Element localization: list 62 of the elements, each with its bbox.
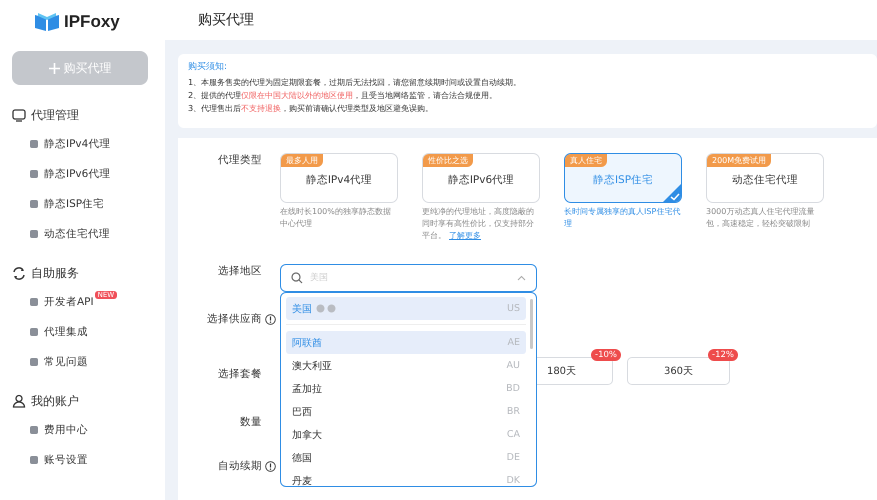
region-option[interactable]: 巴西 BR xyxy=(286,400,526,423)
sidebar-item[interactable]: 静态IPv6代理 xyxy=(12,159,110,189)
section-title: 代理管理 xyxy=(31,106,79,124)
field-label: 自动续期 xyxy=(217,459,262,473)
type-description: 在线时长100%的独享静态数据中心代理 xyxy=(280,206,392,230)
menu-item-icon xyxy=(30,358,38,366)
menu-item-icon xyxy=(30,328,38,336)
tag-label: 性价比之选 xyxy=(423,154,473,167)
caret-icon xyxy=(517,275,526,281)
info-icon xyxy=(265,460,276,472)
sidebar-item[interactable]: 常见问题 xyxy=(12,347,88,377)
sidebar-item[interactable]: 代理集成 xyxy=(12,317,88,347)
type-description: 3000万动态真人住宅代理流量包，高速稳定，轻松突破限制 xyxy=(706,206,816,230)
notice-title: 购买须知: xyxy=(188,60,228,73)
menu-item-icon xyxy=(30,200,38,208)
tag-label: 真人住宅 xyxy=(565,154,607,167)
notice-line: 3、代理售出后不支持退换，购买前请确认代理类型及地区避免误购。 xyxy=(188,102,434,115)
sidebar-item[interactable]: 开发者API xyxy=(12,287,94,317)
section-title: 我的账户 xyxy=(31,392,79,410)
tag-label: 200M免费试用 xyxy=(707,154,772,167)
menu-item-icon xyxy=(30,456,38,464)
field-label: 选择供应商 xyxy=(206,312,262,326)
menu-item-icon xyxy=(30,426,38,434)
page-title: 购买代理 xyxy=(198,11,254,29)
proxy-type-card[interactable]: 200M免费试用 动态住宅代理 xyxy=(706,153,824,203)
plus-icon xyxy=(48,62,60,74)
field-label: 代理类型 xyxy=(217,153,262,167)
sidebar-item[interactable]: 动态住宅代理 xyxy=(12,219,110,249)
region-option[interactable]: 德国 DE xyxy=(286,446,526,469)
discount-badge: -10% xyxy=(591,349,621,361)
check-corner-icon xyxy=(663,184,681,202)
logo-text: IPFoxy xyxy=(64,12,120,32)
section-title: 自助服务 xyxy=(31,264,79,282)
user-icon xyxy=(12,394,26,408)
field-label: 选择地区 xyxy=(217,264,262,278)
tag-label: 最多人用 xyxy=(281,154,323,167)
learn-more-link[interactable]: 了解更多 xyxy=(449,231,481,240)
status-icons xyxy=(316,304,338,313)
proxy-type-card[interactable]: 最多人用 静态IPv4代理 xyxy=(280,153,398,203)
info-icon xyxy=(265,314,276,324)
type-description: 长时间专属独享的真人ISP住宅代理 xyxy=(564,206,682,230)
menu-item-icon xyxy=(30,170,38,178)
notice-line: 1、本服务售卖的代理为固定期限套餐，过期后无法找回，请您留意续期时间或设置自动续期。 xyxy=(188,76,522,89)
field-label: 选择套餐 xyxy=(217,367,262,381)
search-icon xyxy=(291,272,303,284)
sidebar-item[interactable]: 静态ISP住宅 xyxy=(12,189,104,219)
book-logo-icon xyxy=(34,12,60,32)
menu-item-icon xyxy=(30,298,38,306)
region-option[interactable]: 加拿大 CA xyxy=(286,423,526,446)
discount-badge: -12% xyxy=(708,349,738,361)
notice-line: 2、提供的代理仅限在中国大陆以外的地区使用，且受当地网络监管，请合法合规使用。 xyxy=(188,89,498,102)
sidebar-item[interactable]: 静态IPv4代理 xyxy=(12,129,110,159)
sidebar-item[interactable]: 费用中心 xyxy=(12,415,88,445)
type-description: 更纯净的代理地址，高度隐蔽的同时享有高性价比，仅支持部分平台。 了解更多 xyxy=(422,206,535,242)
menu-item-icon xyxy=(30,140,38,148)
menu-item-icon xyxy=(30,230,38,238)
sidebar-item[interactable]: 账号设置 xyxy=(12,445,88,475)
region-option[interactable]: 丹麦 DK xyxy=(286,469,526,486)
monitor-icon xyxy=(12,108,26,122)
proxy-type-card[interactable]: 性价比之选 静态IPv6代理 xyxy=(422,153,540,203)
field-label: 数量 xyxy=(239,415,262,429)
sync-icon xyxy=(12,266,26,280)
